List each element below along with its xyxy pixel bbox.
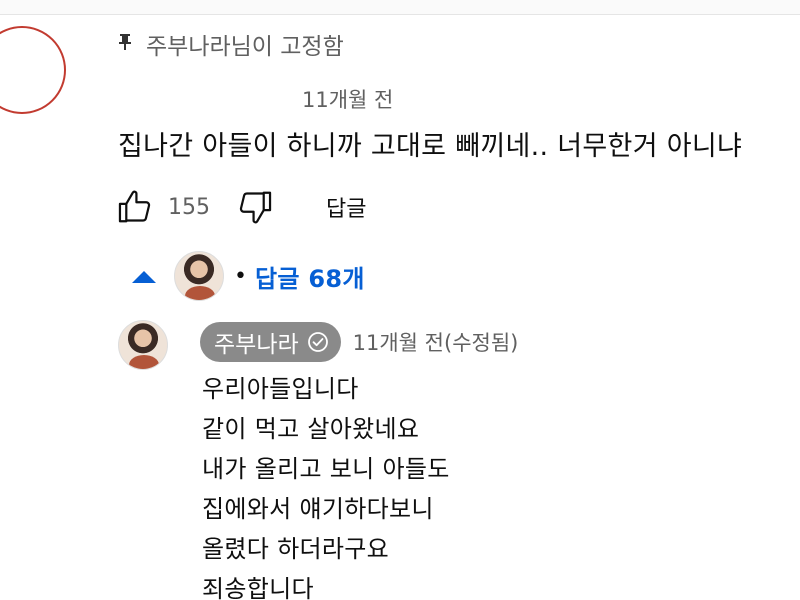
reply-timestamp[interactable]: 11개월 전(수정됨) [353,327,519,357]
reply-header: 주부나라 11개월 전(수정됨) [200,322,518,362]
comment-text: 집나간 아들이 하니까 고대로 빼끼네.. 너무한거 아니냐 [118,131,743,162]
pinned-indicator: 주부나라님이 고정함 [118,28,344,60]
reply-text-line: 올렸다 하더라구요 [202,535,389,563]
verified-check-icon [307,331,329,353]
like-button[interactable] [114,186,156,228]
thumbs-down-icon [239,191,272,224]
pinned-label: 주부나라님이 고정함 [146,34,344,60]
reply-author-name: 주부나라 [214,332,299,358]
reply-text-line: 우리아들입니다 [202,375,359,403]
reply-text-line: 내가 올리고 보니 아들도 [202,455,450,483]
comment-actions: 155 답글 [114,186,366,228]
comment-thread: 주부나라님이 고정함 11개월 전 집나간 아들이 하니까 고대로 빼끼네.. … [0,0,800,600]
reply-text-line: 죄송합니다 [202,575,314,600]
like-count: 155 [168,194,210,220]
comment-timestamp[interactable]: 11개월 전 [302,84,393,114]
reply-text: 우리아들입니다 같이 먹고 살아왔네요 내가 올리고 보니 아들도 집에와서 얘… [202,372,450,600]
dislike-button[interactable] [234,186,276,228]
reply-text-line: 같이 먹고 살아왔네요 [202,415,420,443]
reply-count-label: 답글 68개 [254,264,365,293]
reply-text-line: 집에와서 얘기하다보니 [202,495,434,523]
reply-author-avatar[interactable] [118,320,168,370]
reply-button[interactable]: 답글 [326,191,366,223]
creator-avatar [174,251,224,301]
thumbs-up-icon [118,190,151,223]
top-divider [0,0,800,15]
separator-dot: • [234,263,247,289]
commenter-avatar[interactable] [0,26,66,114]
author-chip[interactable]: 주부나라 [200,322,341,362]
caret-up-icon [130,262,158,290]
replies-toggle[interactable]: • 답글 68개 [130,250,365,302]
pin-icon [118,33,132,56]
